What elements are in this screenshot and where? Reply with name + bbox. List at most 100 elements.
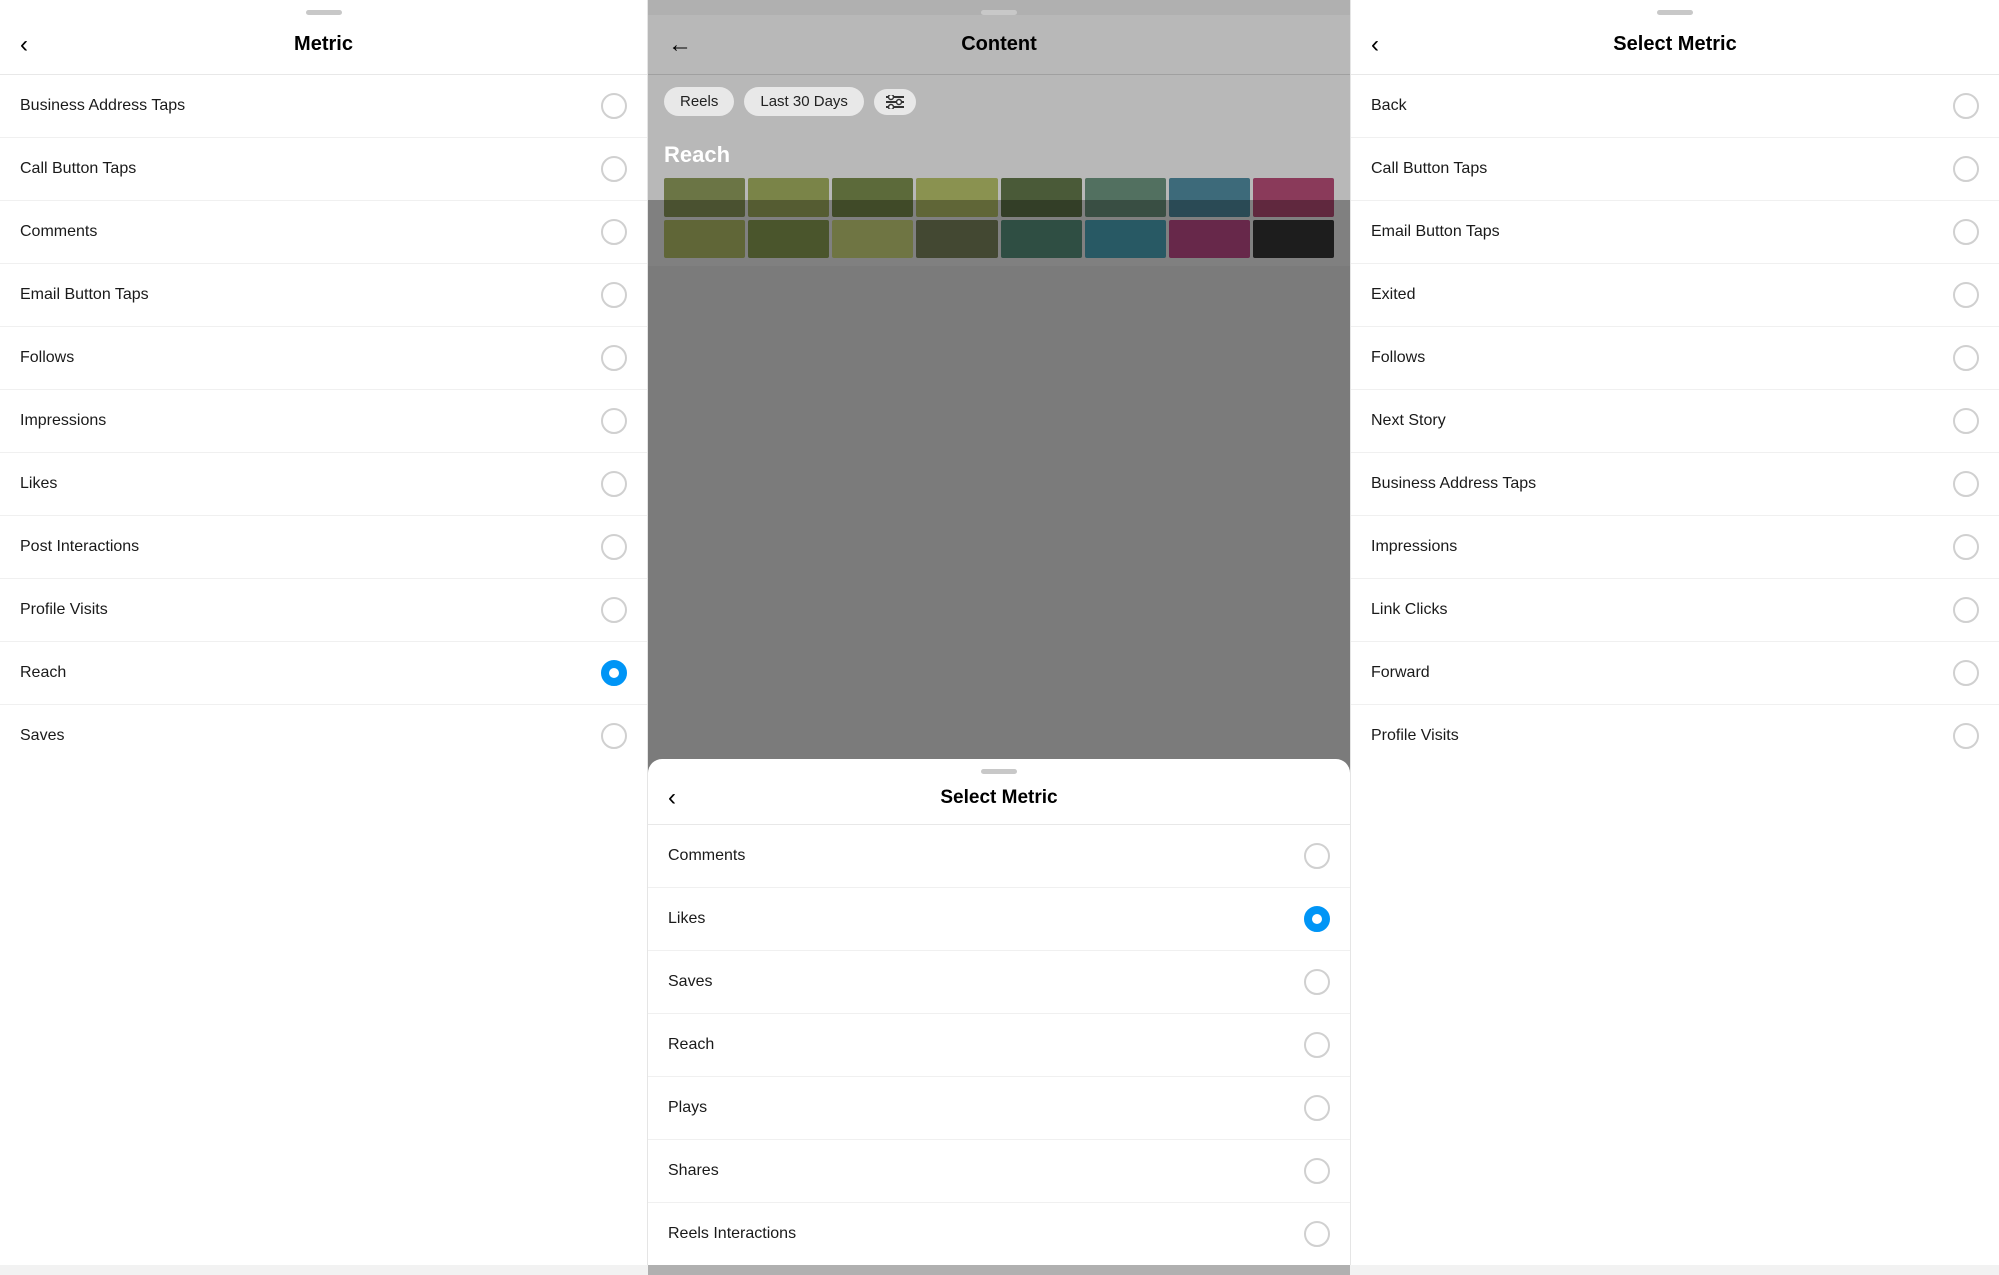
radio-circle[interactable] [1953,597,1979,623]
middle-panel: ← Content Reels Last 30 Days Reach [648,0,1351,1265]
metric-label: Business Address Taps [1371,475,1536,493]
metric-label: Email Button Taps [1371,223,1500,241]
left-back-button[interactable]: ‹ [20,33,28,57]
bottom-sheet-back-button[interactable]: ‹ [668,786,676,810]
bottom-sheet-overlay: ‹ Select Metric Comments Likes Saves Rea… [648,200,1350,1265]
radio-circle[interactable] [1953,408,1979,434]
bottom-sheet-metric-item[interactable]: Comments [648,825,1350,888]
left-header: ‹ Metric [0,15,647,75]
radio-circle[interactable] [1953,345,1979,371]
left-metric-item[interactable]: Saves [0,705,647,767]
metric-label: Reels Interactions [668,1225,796,1243]
left-panel: ‹ Metric Business Address Taps Call Butt… [0,0,648,1265]
radio-circle[interactable] [1953,93,1979,119]
bottom-sheet-metric-item[interactable]: Plays [648,1077,1350,1140]
metric-label: Reach [20,664,66,682]
radio-circle[interactable] [601,471,627,497]
radio-circle[interactable] [1304,1032,1330,1058]
metric-label: Next Story [1371,412,1446,430]
right-metric-item[interactable]: Impressions [1351,516,1999,579]
metric-label: Profile Visits [1371,727,1459,745]
left-metric-item[interactable]: Impressions [0,390,647,453]
radio-circle[interactable] [1953,282,1979,308]
radio-circle[interactable] [601,93,627,119]
metric-label: Forward [1371,664,1430,682]
bottom-sheet-metric-item[interactable]: Shares [648,1140,1350,1203]
radio-circle[interactable] [1304,906,1330,932]
radio-circle[interactable] [601,660,627,686]
bottom-sheet-title: Select Metric [940,787,1057,809]
radio-circle[interactable] [1304,843,1330,869]
right-metric-item[interactable]: Follows [1351,327,1999,390]
right-panel: ‹ Select Metric Back Call Button Taps Em… [1351,0,1999,1265]
right-metric-item[interactable]: Exited [1351,264,1999,327]
middle-header: ← Content [648,15,1350,75]
reels-chip[interactable]: Reels [664,87,734,116]
metric-label: Email Button Taps [20,286,149,304]
radio-circle[interactable] [1953,471,1979,497]
bottom-sheet-metric-list: Comments Likes Saves Reach Plays Shares … [648,825,1350,1265]
bottom-sheet-metric-item[interactable]: Reels Interactions [648,1203,1350,1265]
radio-circle[interactable] [601,534,627,560]
last30days-chip[interactable]: Last 30 Days [744,87,864,116]
right-metric-item[interactable]: Back [1351,75,1999,138]
radio-circle[interactable] [1304,969,1330,995]
radio-circle[interactable] [601,345,627,371]
radio-circle[interactable] [601,408,627,434]
left-metric-item[interactable]: Profile Visits [0,579,647,642]
metric-label: Profile Visits [20,601,108,619]
metric-label: Comments [20,223,97,241]
radio-circle[interactable] [1304,1221,1330,1247]
left-metric-item[interactable]: Business Address Taps [0,75,647,138]
radio-circle[interactable] [601,597,627,623]
left-metric-item[interactable]: Comments [0,201,647,264]
radio-circle[interactable] [1953,660,1979,686]
right-metric-item[interactable]: Next Story [1351,390,1999,453]
filter-settings-button[interactable] [874,89,916,115]
metric-label: Follows [1371,349,1425,367]
right-metric-item[interactable]: Email Button Taps [1351,201,1999,264]
metric-label: Impressions [20,412,106,430]
left-metric-item[interactable]: Follows [0,327,647,390]
metric-label: Call Button Taps [20,160,136,178]
middle-back-button[interactable]: ← [668,33,692,57]
right-metric-item[interactable]: Forward [1351,642,1999,705]
metric-label: Back [1371,97,1407,115]
left-panel-title: Metric [294,33,353,56]
radio-circle[interactable] [601,282,627,308]
left-metric-item[interactable]: Email Button Taps [0,264,647,327]
filter-icon [886,95,904,109]
right-metric-list: Back Call Button Taps Email Button Taps … [1351,75,1999,767]
metric-label: Call Button Taps [1371,160,1487,178]
metric-label: Post Interactions [20,538,139,556]
radio-circle[interactable] [1304,1095,1330,1121]
metric-label: Reach [668,1036,714,1054]
middle-panel-title: Content [961,33,1037,56]
radio-circle[interactable] [1304,1158,1330,1184]
radio-circle[interactable] [601,723,627,749]
radio-circle[interactable] [1953,219,1979,245]
right-metric-item[interactable]: Business Address Taps [1351,453,1999,516]
radio-circle[interactable] [1953,723,1979,749]
metric-label: Link Clicks [1371,601,1447,619]
right-metric-item[interactable]: Call Button Taps [1351,138,1999,201]
metric-label: Shares [668,1162,719,1180]
metric-label: Follows [20,349,74,367]
metric-label: Saves [20,727,64,745]
left-metric-item[interactable]: Post Interactions [0,516,647,579]
metric-label: Impressions [1371,538,1457,556]
radio-circle[interactable] [1953,534,1979,560]
left-metric-item[interactable]: Likes [0,453,647,516]
bottom-sheet-metric-item[interactable]: Reach [648,1014,1350,1077]
radio-circle[interactable] [601,219,627,245]
left-metric-item[interactable]: Call Button Taps [0,138,647,201]
left-metric-item[interactable]: Reach [0,642,647,705]
bottom-sheet-metric-item[interactable]: Saves [648,951,1350,1014]
right-back-button[interactable]: ‹ [1371,33,1379,57]
right-metric-item[interactable]: Link Clicks [1351,579,1999,642]
radio-circle[interactable] [601,156,627,182]
bottom-sheet-metric-item[interactable]: Likes [648,888,1350,951]
filter-bar: Reels Last 30 Days [648,75,1350,128]
radio-circle[interactable] [1953,156,1979,182]
right-metric-item[interactable]: Profile Visits [1351,705,1999,767]
